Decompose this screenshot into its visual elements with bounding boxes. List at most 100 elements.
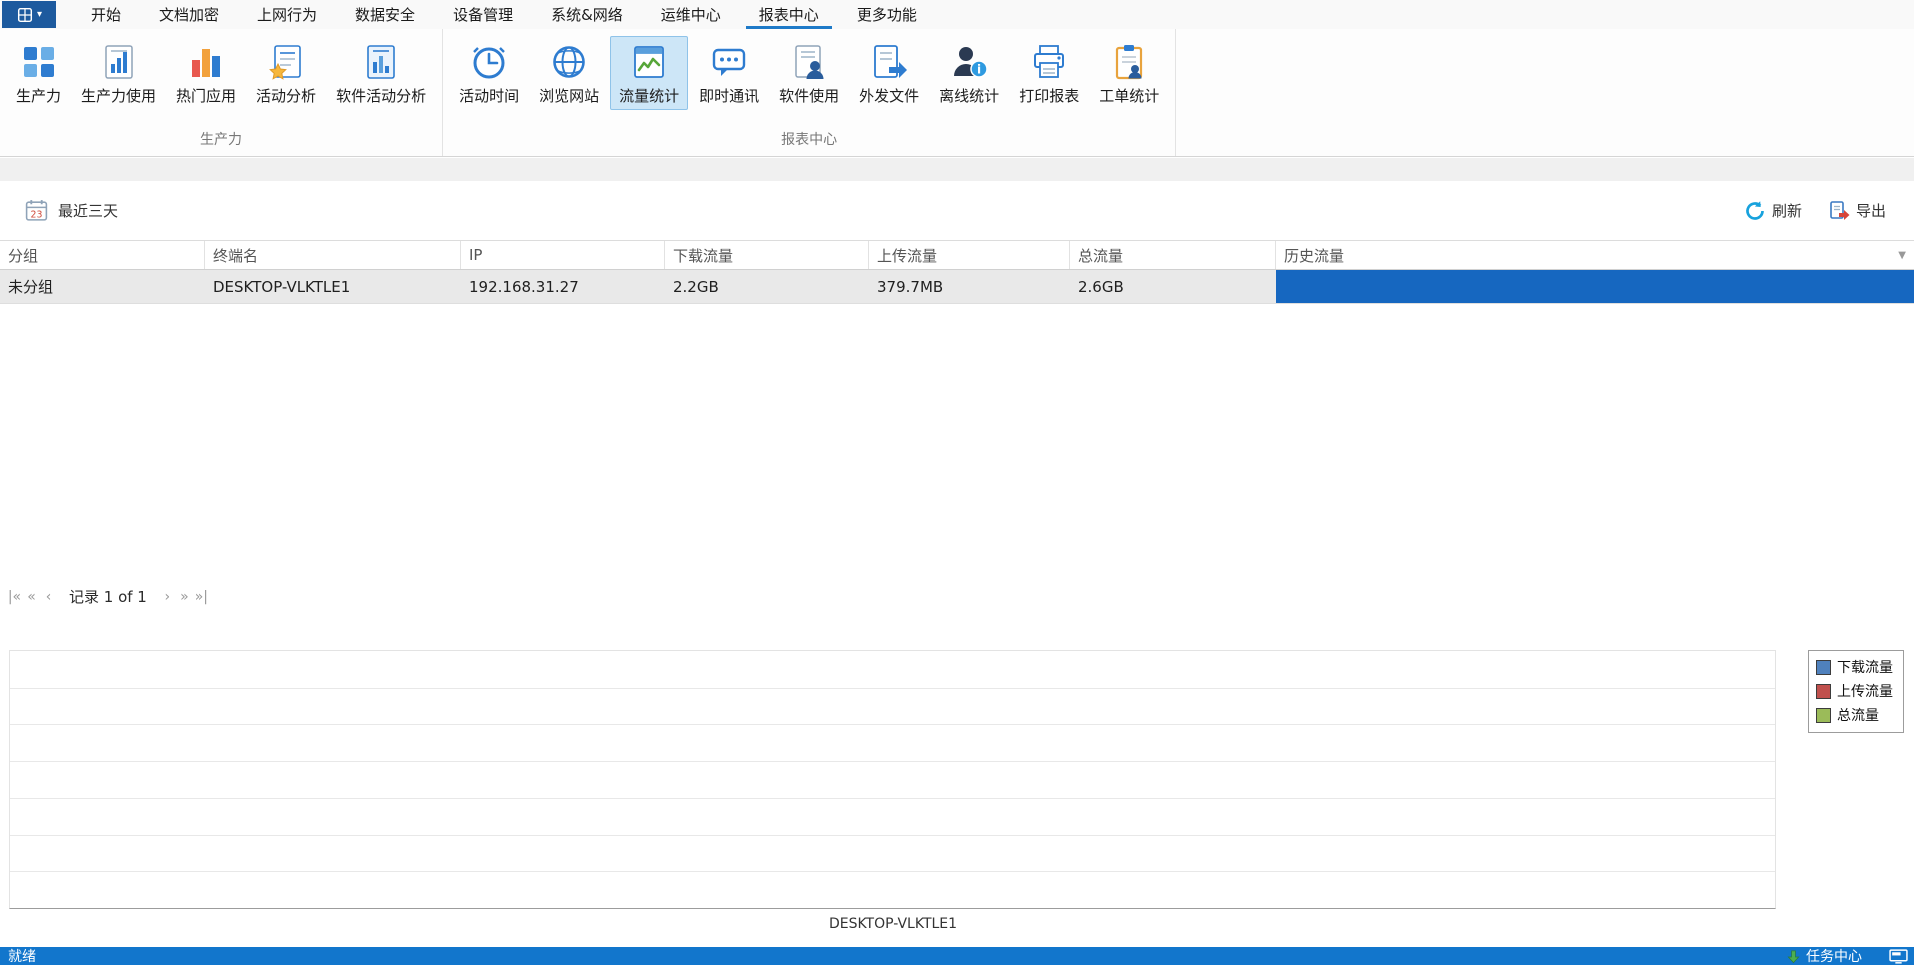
status-right: 任务中心 (1786, 946, 1908, 966)
menu-tab-3[interactable]: 数据安全 (336, 0, 434, 29)
status-ready-label: 就绪 (8, 949, 36, 965)
date-range-label: 最近三天 (58, 202, 119, 220)
doc-star-icon (266, 42, 306, 82)
pager-next-button-0[interactable]: › (159, 587, 176, 607)
doc-user-icon (789, 42, 829, 82)
column-header-label: 终端名 (213, 246, 259, 265)
ribbon-item-label: 活动时间 (459, 87, 520, 105)
toolbar: 23 最近三天 刷新 导出 (0, 181, 1914, 240)
refresh-button[interactable]: 刷新 (1744, 200, 1802, 222)
ribbon-item-0-1[interactable]: 生产力使用 (72, 36, 165, 110)
cell-history (1276, 270, 1914, 303)
cell-0: 未分组 (8, 278, 54, 296)
ribbon-item-label: 生产力使用 (81, 87, 157, 105)
ribbon-group-label: 生产力 (200, 132, 243, 148)
menu-tab-6[interactable]: 运维中心 (642, 0, 740, 29)
chart-gridline (10, 761, 1775, 763)
table-row-0[interactable]: 未分组 DESKTOP-VLKTLE1 192.168.31.27 2.2GB 379.… (0, 270, 1914, 304)
pager-label: 记录 1 of 1 (69, 588, 147, 606)
chat-icon (709, 42, 749, 82)
ribbon-item-1-1[interactable]: 浏览网站 (530, 36, 608, 110)
menu-tab-4[interactable]: 设备管理 (434, 0, 532, 29)
ribbon-item-label: 外发文件 (859, 87, 920, 105)
calendar-icon: 23 (24, 198, 49, 223)
ribbon-item-1-5[interactable]: 外发文件 (850, 36, 928, 110)
ribbon-item-1-0[interactable]: 活动时间 (450, 36, 528, 110)
ribbon-separator (0, 158, 1914, 181)
ribbon-item-0-2[interactable]: 热门应用 (167, 36, 245, 110)
app-grid-icon (16, 6, 34, 24)
legend-item-0: 下载流量 (1816, 657, 1893, 677)
cell-1: DESKTOP-VLKTLE1 (213, 277, 351, 296)
ribbon-item-1-4[interactable]: 软件使用 (770, 36, 848, 110)
column-header-2[interactable]: IP (461, 241, 665, 269)
ribbon-item-label: 生产力 (16, 87, 62, 105)
ribbon-item-1-2[interactable]: 流量统计 (610, 36, 689, 110)
column-header-5[interactable]: 总流量 (1070, 241, 1276, 269)
chart-gridline (10, 871, 1775, 873)
download-arrow-icon (1786, 949, 1801, 964)
menu-tab-8[interactable]: 更多功能 (838, 0, 936, 29)
pager-next-button-1[interactable]: » (176, 587, 193, 607)
column-header-6[interactable]: 历史流量 ▼ (1276, 241, 1914, 269)
pager-prev-button-2[interactable]: ‹ (40, 587, 57, 607)
app-menu-button[interactable]: ▾ (2, 1, 56, 28)
menu-tab-5[interactable]: 系统&网络 (532, 0, 642, 29)
ribbon-group-0: 生产力 生产力使用 热门应用 活动分析 软件活动分析生产力 (0, 29, 444, 156)
task-center-button[interactable]: 任务中心 (1786, 946, 1862, 966)
column-header-0[interactable]: 分组 (0, 241, 205, 269)
column-header-label: IP (469, 246, 483, 264)
ribbon-item-0-3[interactable]: 活动分析 (247, 36, 325, 110)
grid-header: 分组 终端名 IP 下载流量 上传流量 总流量 历史流量 ▼ (0, 240, 1914, 270)
ribbon-item-1-7[interactable]: 打印报表 (1010, 36, 1088, 110)
column-header-1[interactable]: 终端名 (205, 241, 461, 269)
ribbon-group-label: 报表中心 (781, 132, 838, 148)
ribbon-item-0-4[interactable]: 软件活动分析 (327, 36, 435, 110)
menu-tab-7[interactable]: 报表中心 (740, 0, 838, 29)
legend-label: 下载流量 (1837, 660, 1893, 676)
cell-4: 379.7MB (877, 277, 944, 296)
taskbar-monitor-icon[interactable] (1889, 948, 1908, 964)
ribbon-item-label: 软件使用 (779, 87, 840, 105)
legend-swatch-icon (1816, 659, 1831, 675)
cell-2: 192.168.31.27 (469, 277, 579, 296)
ribbon-item-1-3[interactable]: 即时通讯 (690, 36, 768, 110)
menu-tab-2[interactable]: 上网行为 (238, 0, 336, 29)
refresh-label: 刷新 (1771, 202, 1802, 220)
column-filter-arrow-icon[interactable]: ▼ (1898, 250, 1906, 261)
column-header-label: 分组 (8, 246, 39, 265)
pager-prev-button-0[interactable]: |« (6, 587, 23, 607)
task-center-label: 任务中心 (1806, 949, 1862, 965)
doc-arrow-icon (869, 42, 909, 82)
doc-chart-icon (361, 42, 401, 82)
menu-tab-0[interactable]: 开始 (72, 0, 140, 29)
ribbon-item-label: 打印报表 (1019, 87, 1080, 105)
printer-icon (1029, 42, 1069, 82)
pager-prev-button-1[interactable]: « (23, 587, 40, 607)
ribbon-item-label: 即时通讯 (699, 87, 760, 105)
export-button[interactable]: 导出 (1828, 200, 1886, 222)
ribbon-item-label: 活动分析 (256, 87, 317, 105)
refresh-icon (1744, 200, 1766, 222)
column-header-3[interactable]: 下载流量 (665, 241, 869, 269)
ribbon-item-1-6[interactable]: i 离线统计 (930, 36, 1008, 110)
statusbar: 就绪 任务中心 (0, 947, 1914, 965)
clipboard-user-icon (1109, 42, 1149, 82)
pager-next-button-2[interactable]: »| (193, 587, 210, 607)
legend-swatch-icon (1816, 707, 1831, 723)
chart-category-label: DESKTOP-VLKTLE1 (828, 916, 958, 932)
cell-3: 2.2GB (673, 277, 719, 296)
toolbar-actions: 刷新 导出 (1744, 200, 1886, 222)
ribbon-item-0-0[interactable]: 生产力 (7, 36, 70, 110)
chart-legend: 下载流量 上传流量 总流量 (1808, 650, 1904, 733)
date-range-filter[interactable]: 23 最近三天 (24, 198, 118, 223)
menu-tab-1[interactable]: 文档加密 (140, 0, 238, 29)
legend-item-1: 上传流量 (1816, 681, 1893, 701)
ribbon: 生产力 生产力使用 热门应用 活动分析 软件活动分析生产力 活动时间 浏览网站 流量统计 即时通… (0, 29, 1914, 157)
column-header-label: 总流量 (1078, 246, 1124, 265)
cell-5: 2.6GB (1078, 277, 1124, 296)
globe-icon (549, 42, 589, 82)
ribbon-item-1-8[interactable]: 工单统计 (1090, 36, 1168, 110)
column-header-4[interactable]: 上传流量 (869, 241, 1070, 269)
grid-apps-icon (19, 42, 59, 82)
